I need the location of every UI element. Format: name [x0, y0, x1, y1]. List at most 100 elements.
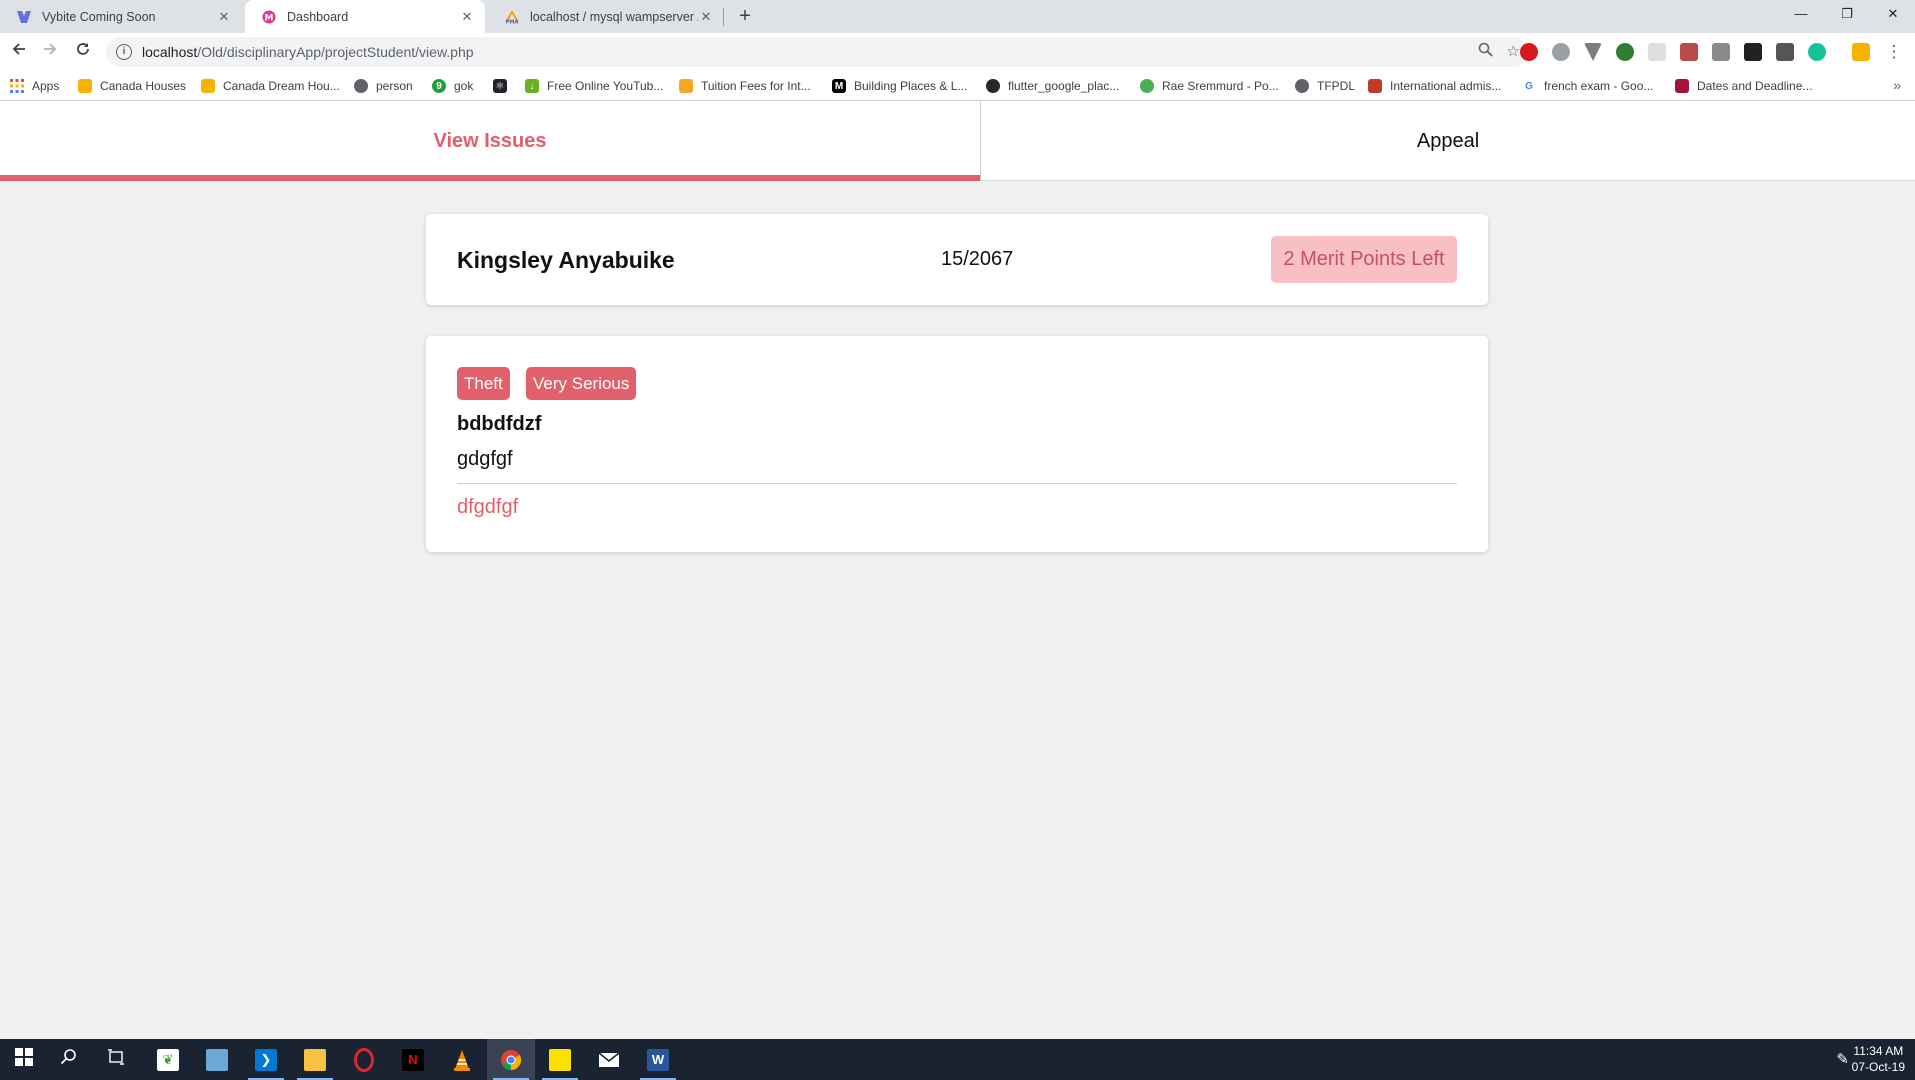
- vybite-favicon-icon: [16, 9, 32, 25]
- bookmark-international-admissions[interactable]: International admis...: [1368, 78, 1501, 94]
- minimize-window-button[interactable]: —: [1778, 0, 1824, 30]
- profile-avatar-icon[interactable]: [1852, 43, 1870, 61]
- bookmark-label: gok: [454, 79, 474, 93]
- severity-tag: Very Serious: [526, 367, 637, 400]
- close-window-button[interactable]: ✕: [1870, 0, 1915, 30]
- netflix-icon: N: [402, 1048, 424, 1071]
- address-bar[interactable]: i localhost/Old/disciplinaryApp/projectS…: [106, 37, 1528, 67]
- tab-appeal[interactable]: Appeal: [981, 101, 1915, 181]
- search-button[interactable]: [45, 1039, 93, 1080]
- tab-separator: [723, 8, 724, 26]
- bookmark-apps[interactable]: Apps: [10, 78, 59, 94]
- bookmarks-bar: Apps Canada Houses Canada Dream Hou... p…: [0, 71, 1915, 101]
- bookmark-youtube-converter[interactable]: ↓ Free Online YouTub...: [525, 78, 663, 94]
- bookmark-star-icon[interactable]: ☆: [1507, 42, 1520, 61]
- word-icon: W: [647, 1048, 669, 1071]
- url-path: /Old/disciplinaryApp/projectStudent/view…: [197, 44, 474, 60]
- react-icon: ⚛: [493, 79, 507, 93]
- tab-view-issues[interactable]: View Issues: [0, 101, 980, 181]
- taskbar-mongodb[interactable]: ❦: [144, 1039, 192, 1080]
- close-tab-icon[interactable]: ✕: [698, 9, 714, 25]
- close-tab-icon[interactable]: ✕: [459, 9, 475, 25]
- bookmark-canada-dream[interactable]: Canada Dream Hou...: [201, 78, 340, 94]
- opera-extension-icon[interactable]: [1520, 43, 1538, 61]
- clock-date: 07-Oct-19: [1851, 1060, 1905, 1074]
- bookmark-canada-houses[interactable]: Canada Houses: [78, 78, 186, 94]
- bookmark-dates-deadlines[interactable]: Dates and Deadline...: [1675, 78, 1812, 94]
- folder-icon: [304, 1048, 326, 1071]
- bookmark-person[interactable]: person: [354, 78, 413, 94]
- taskbar-chrome[interactable]: [487, 1039, 535, 1080]
- student-name: Kingsley Anyabuike: [457, 247, 675, 273]
- restore-window-button[interactable]: ❐: [1824, 0, 1870, 30]
- music-icon: [1140, 79, 1154, 93]
- globe-extension-icon[interactable]: [1616, 43, 1634, 61]
- mail-icon: [598, 1049, 620, 1071]
- bookmark-label: TFPDL: [1317, 79, 1356, 93]
- zoom-icon[interactable]: [1478, 42, 1493, 61]
- bookmark-rae-sremmurd[interactable]: Rae Sremmurd - Po...: [1140, 78, 1279, 94]
- bookmark-react[interactable]: ⚛: [493, 78, 515, 94]
- taskbar-opera[interactable]: [340, 1039, 388, 1080]
- reload-icon[interactable]: [72, 41, 94, 63]
- download-icon: ↓: [525, 79, 539, 93]
- chrome-menu-icon[interactable]: ⋮: [1883, 41, 1905, 63]
- bookmark-label: International admis...: [1390, 79, 1502, 93]
- issue-link[interactable]: dfgdfgf: [457, 496, 518, 519]
- taskbar-mail[interactable]: [585, 1039, 633, 1080]
- bookmark-building-places[interactable]: M Building Places & L...: [832, 78, 967, 94]
- blank-extension-icon[interactable]: [1648, 43, 1666, 61]
- shield-icon: [1368, 79, 1382, 93]
- grammarly-extension-icon[interactable]: [1808, 43, 1826, 61]
- globe-icon: [354, 79, 368, 93]
- taskbar-word[interactable]: W: [634, 1039, 682, 1080]
- taskbar-notepad[interactable]: [193, 1039, 241, 1080]
- bookmark-flutter-google[interactable]: flutter_google_plac...: [986, 78, 1119, 94]
- task-view-icon: [108, 1049, 126, 1070]
- bookmark-french-exam[interactable]: G french exam - Goo...: [1522, 78, 1653, 94]
- apps-grid-icon: [10, 79, 24, 93]
- browser-tab-phpmyadmin[interactable]: PMA localhost / mysql wampserver / s ✕: [488, 0, 724, 33]
- bookmark-gok[interactable]: 9 gok: [432, 78, 473, 94]
- browser-tab-dashboard[interactable]: M Dashboard ✕: [245, 0, 485, 33]
- sticky-notes-icon: [549, 1048, 571, 1071]
- vuejs-extension-icon[interactable]: [1584, 43, 1602, 61]
- help-extension-icon[interactable]: [1552, 43, 1570, 61]
- bookmark-tfpdl[interactable]: TFPDL: [1295, 78, 1355, 94]
- back-arrow-icon[interactable]: [8, 41, 30, 63]
- site-info-icon[interactable]: i: [116, 44, 132, 60]
- mongodb-icon: ❦: [157, 1048, 179, 1071]
- bookmark-label: flutter_google_plac...: [1008, 79, 1120, 93]
- taskbar-sticky-notes[interactable]: [536, 1039, 584, 1080]
- university-icon: [679, 79, 693, 93]
- taskbar-vlc[interactable]: [438, 1039, 486, 1080]
- taskbar-netflix[interactable]: N: [389, 1039, 437, 1080]
- close-tab-icon[interactable]: ✕: [216, 9, 232, 25]
- browser-tab-title: Vybite Coming Soon: [42, 9, 156, 24]
- taskbar-vscode[interactable]: ❯: [242, 1039, 290, 1080]
- code-extension-icon[interactable]: [1776, 43, 1794, 61]
- student-summary-card: Kingsley Anyabuike 15/2067 2 Merit Point…: [426, 214, 1488, 305]
- forward-arrow-icon[interactable]: [39, 41, 61, 63]
- wappalyzer-extension-icon[interactable]: [1744, 43, 1762, 61]
- taskbar-file-explorer[interactable]: [291, 1039, 339, 1080]
- start-button[interactable]: [0, 1039, 48, 1080]
- new-tab-button[interactable]: +: [733, 5, 757, 29]
- more-bookmarks-chevron-icon[interactable]: »: [1893, 77, 1901, 93]
- system-clock[interactable]: 11:34 AM 07-Oct-19: [1852, 1043, 1905, 1075]
- windows-taskbar: ❦ ❯ N W ✎ 11:34 AM 07-Oct-19: [0, 1039, 1915, 1080]
- pen-workspace-icon[interactable]: ✎: [1836, 1050, 1849, 1068]
- task-view-button[interactable]: [93, 1039, 141, 1080]
- browser-tab-vybite[interactable]: Vybite Coming Soon ✕: [0, 0, 242, 33]
- pdf-extension-icon[interactable]: [1680, 43, 1698, 61]
- camera-extension-icon[interactable]: [1712, 43, 1730, 61]
- bookmark-tuition-fees[interactable]: Tuition Fees for Int...: [679, 78, 811, 94]
- bookmark-label: Dates and Deadline...: [1697, 79, 1813, 93]
- globe-icon: [1295, 79, 1309, 93]
- issue-title: bdbdfdzf: [457, 413, 542, 435]
- google-icon: G: [1525, 80, 1533, 92]
- phpmyadmin-favicon-icon: PMA: [504, 9, 520, 25]
- notepad-icon: [206, 1048, 228, 1071]
- student-id: 15/2067: [941, 248, 1014, 270]
- url-host: localhost: [142, 44, 198, 60]
